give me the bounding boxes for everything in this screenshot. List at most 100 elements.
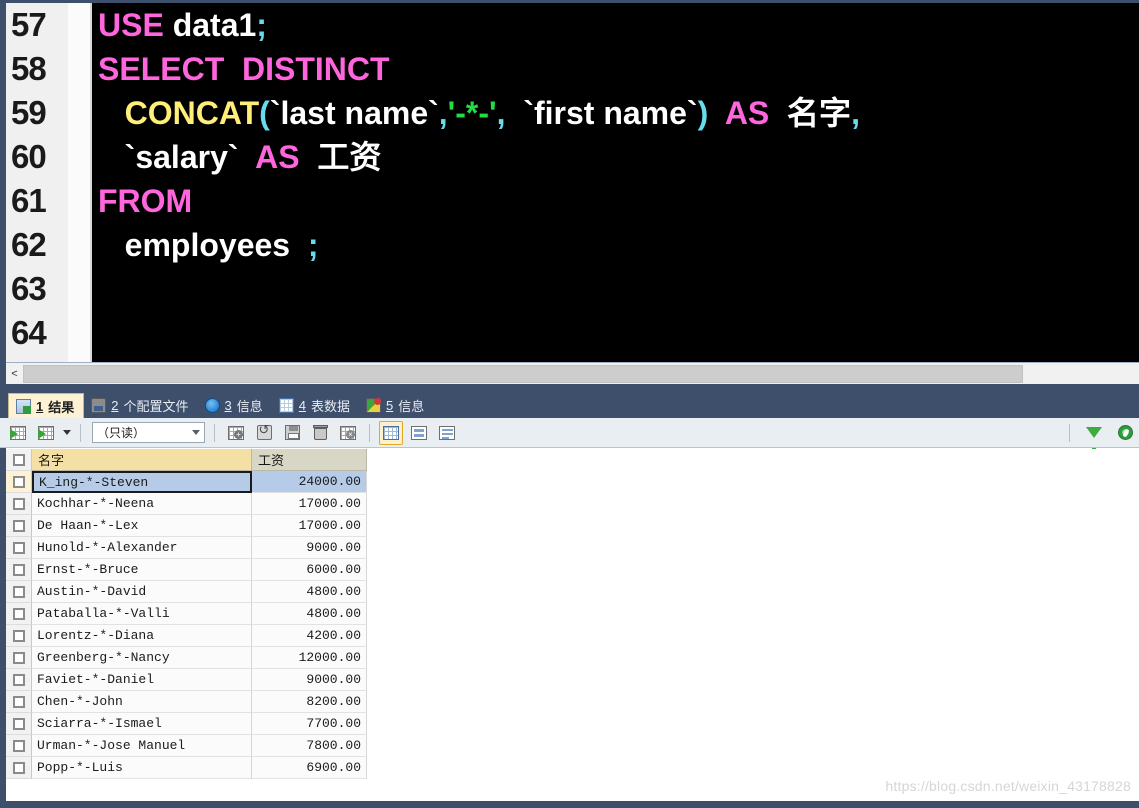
cell-name[interactable]: Popp-*-Luis — [32, 757, 252, 779]
table-row[interactable]: Austin-*-David 4800.00 — [6, 581, 1139, 603]
table-row[interactable]: Sciarra-*-Ismael 7700.00 — [6, 713, 1139, 735]
code-line[interactable]: `salary` AS 工资 — [92, 135, 1139, 179]
row-checkbox-cell[interactable] — [6, 647, 32, 669]
row-checkbox[interactable] — [12, 563, 25, 576]
row-checkbox-cell[interactable] — [6, 537, 32, 559]
grid-mode-select[interactable]: （只读） — [92, 422, 205, 443]
import-grid-button[interactable] — [6, 421, 30, 445]
row-checkbox[interactable] — [12, 497, 25, 510]
cell-name[interactable]: K_ing-*-Steven — [32, 471, 252, 493]
cell-salary[interactable]: 17000.00 — [252, 515, 367, 537]
save-row-button[interactable] — [280, 421, 304, 445]
cell-name[interactable]: Urman-*-Jose Manuel — [32, 735, 252, 757]
sql-editor[interactable]: 57 58 59 60 61 62 63 64 USE data1; SELECT DISTIN… — [0, 0, 1139, 362]
row-checkbox-cell[interactable] — [6, 603, 32, 625]
code-line[interactable]: CONCAT(`last name`,'-*-', `first name`) … — [92, 91, 1139, 135]
row-checkbox-cell[interactable] — [6, 515, 32, 537]
delete-row-button[interactable] — [308, 421, 332, 445]
row-checkbox-cell[interactable] — [6, 669, 32, 691]
row-checkbox[interactable] — [12, 541, 25, 554]
cancel-edit-button[interactable]: × — [336, 421, 360, 445]
cell-salary[interactable]: 7700.00 — [252, 713, 367, 735]
tab-结果[interactable]: 1 结果 — [8, 393, 85, 418]
row-checkbox-cell[interactable] — [6, 691, 32, 713]
tab-个配置文件[interactable]: 2 个配置文件 — [84, 393, 197, 418]
cell-name[interactable]: Austin-*-David — [32, 581, 252, 603]
row-checkbox-cell[interactable] — [6, 581, 32, 603]
cell-name[interactable]: Hunold-*-Alexander — [32, 537, 252, 559]
export-dropdown-caret-icon[interactable] — [63, 430, 71, 435]
cell-name[interactable]: Kochhar-*-Neena — [32, 493, 252, 515]
cell-salary[interactable]: 9000.00 — [252, 669, 367, 691]
table-row[interactable]: Pataballa-*-Valli 4800.00 — [6, 603, 1139, 625]
tab-表数据[interactable]: 4 表数据 — [272, 393, 359, 418]
row-checkbox[interactable] — [12, 739, 25, 752]
cell-name[interactable]: Ernst-*-Bruce — [32, 559, 252, 581]
table-row[interactable]: Faviet-*-Daniel 9000.00 — [6, 669, 1139, 691]
column-header[interactable]: 工资 — [252, 449, 367, 471]
row-checkbox[interactable] — [12, 673, 25, 686]
code-line[interactable]: SELECT DISTINCT — [92, 47, 1139, 91]
cell-salary[interactable]: 4800.00 — [252, 603, 367, 625]
cell-name[interactable]: Pataballa-*-Valli — [32, 603, 252, 625]
scroll-left-icon[interactable]: < — [6, 363, 23, 384]
refresh-button[interactable] — [1113, 421, 1137, 445]
cell-salary[interactable]: 17000.00 — [252, 493, 367, 515]
table-row[interactable]: K_ing-*-Steven 24000.00 — [6, 471, 1139, 493]
cell-salary[interactable]: 8200.00 — [252, 691, 367, 713]
table-row[interactable]: Hunold-*-Alexander 9000.00 — [6, 537, 1139, 559]
table-row[interactable]: Ernst-*-Bruce 6000.00 — [6, 559, 1139, 581]
cell-name[interactable]: De Haan-*-Lex — [32, 515, 252, 537]
table-row[interactable]: De Haan-*-Lex 17000.00 — [6, 515, 1139, 537]
row-checkbox-cell[interactable] — [6, 735, 32, 757]
row-checkbox-cell[interactable] — [6, 471, 32, 493]
row-checkbox[interactable] — [12, 475, 25, 488]
table-row[interactable]: Greenberg-*-Nancy 12000.00 — [6, 647, 1139, 669]
table-row[interactable]: Chen-*-John 8200.00 — [6, 691, 1139, 713]
view-grid-button[interactable] — [379, 420, 403, 445]
table-row[interactable]: Popp-*-Luis 6900.00 — [6, 757, 1139, 779]
row-checkbox[interactable] — [12, 519, 25, 532]
row-checkbox[interactable] — [12, 695, 25, 708]
scrollbar-track[interactable] — [1023, 364, 1139, 383]
column-header[interactable]: 名字 — [32, 449, 252, 471]
row-checkbox[interactable] — [12, 651, 25, 664]
cell-name[interactable]: Chen-*-John — [32, 691, 252, 713]
code-line[interactable] — [92, 311, 1139, 355]
row-checkbox[interactable] — [12, 629, 25, 642]
revert-row-button[interactable] — [252, 421, 276, 445]
code-line[interactable]: employees ; — [92, 223, 1139, 267]
add-row-button[interactable]: + — [224, 421, 248, 445]
cell-name[interactable]: Sciarra-*-Ismael — [32, 713, 252, 735]
code-line[interactable]: FROM — [92, 179, 1139, 223]
table-row[interactable]: Lorentz-*-Diana 4200.00 — [6, 625, 1139, 647]
sql-code-area[interactable]: USE data1; SELECT DISTINCT CONCAT(`last n… — [92, 3, 1139, 362]
tab-信息[interactable]: 3 信息 — [198, 393, 272, 418]
cell-salary[interactable]: 24000.00 — [252, 471, 367, 493]
cell-salary[interactable]: 6900.00 — [252, 757, 367, 779]
row-checkbox[interactable] — [12, 607, 25, 620]
row-checkbox-cell[interactable] — [6, 493, 32, 515]
cell-name[interactable]: Lorentz-*-Diana — [32, 625, 252, 647]
cell-salary[interactable]: 4800.00 — [252, 581, 367, 603]
select-all-checkbox[interactable] — [12, 453, 25, 466]
scrollbar-thumb[interactable] — [23, 364, 1023, 383]
result-grid[interactable]: 名字 工资 K_ing-*-Steven 24000.00 Kochhar-*-Neen… — [0, 449, 1139, 801]
row-checkbox-cell[interactable] — [6, 559, 32, 581]
row-checkbox[interactable] — [12, 717, 25, 730]
row-checkbox[interactable] — [12, 761, 25, 774]
cell-salary[interactable]: 12000.00 — [252, 647, 367, 669]
row-checkbox-cell[interactable] — [6, 757, 32, 779]
filter-button[interactable] — [1082, 421, 1106, 453]
select-all-checkbox-cell[interactable] — [6, 449, 32, 471]
editor-horizontal-scrollbar[interactable]: < — [6, 362, 1139, 384]
cell-name[interactable]: Greenberg-*-Nancy — [32, 647, 252, 669]
view-text-button[interactable] — [435, 421, 459, 445]
view-form-button[interactable] — [407, 421, 431, 445]
cell-salary[interactable]: 4200.00 — [252, 625, 367, 647]
row-checkbox-cell[interactable] — [6, 713, 32, 735]
code-line[interactable]: USE data1; — [92, 3, 1139, 47]
cell-salary[interactable]: 6000.00 — [252, 559, 367, 581]
cell-salary[interactable]: 9000.00 — [252, 537, 367, 559]
cell-name[interactable]: Faviet-*-Daniel — [32, 669, 252, 691]
